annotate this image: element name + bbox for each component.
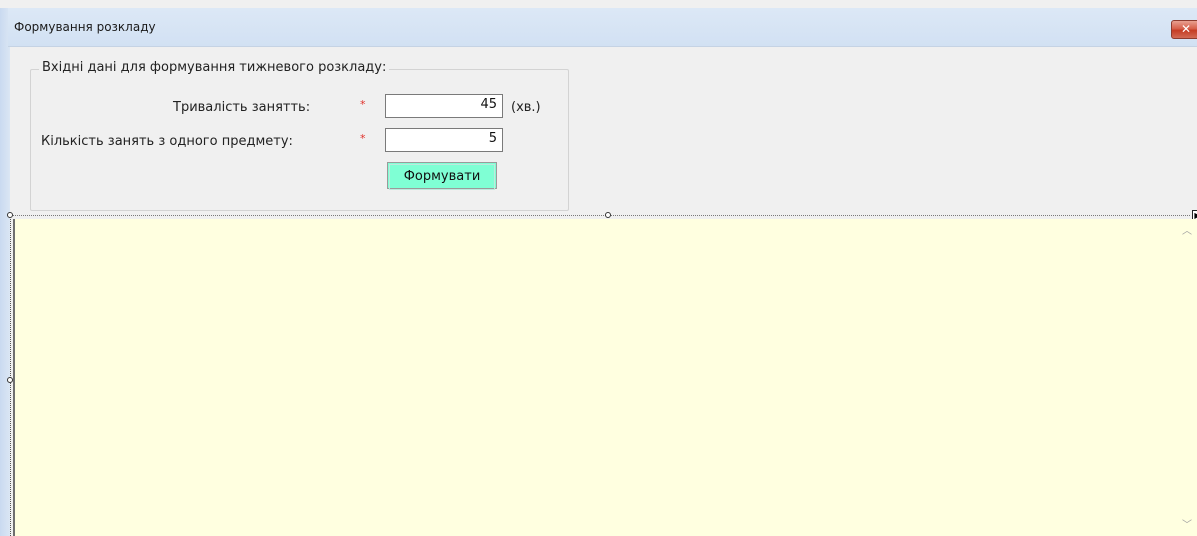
count-required-mark: * (360, 132, 366, 145)
lesson-count-input[interactable]: 5 (385, 128, 503, 152)
form-schedule-button[interactable]: Формувати (387, 162, 497, 190)
title-bar[interactable]: Формування розкладу ✕ (8, 8, 1197, 47)
duration-unit: (хв.) (511, 100, 541, 115)
duration-required-mark: * (360, 98, 366, 111)
close-button[interactable]: ✕ (1171, 20, 1197, 39)
input-groupbox: Вхідні дані для формування тижневого роз… (30, 60, 569, 211)
close-icon: ✕ (1180, 22, 1192, 36)
chevron-down-icon[interactable]: ﹀ (1180, 519, 1194, 533)
resize-handle-top-left[interactable] (7, 212, 13, 218)
lesson-count-label: Кількість занять з одного предмету: (41, 134, 293, 149)
window-title: Формування розкладу (14, 20, 156, 34)
groupbox-legend: Вхідні дані для формування тижневого роз… (39, 60, 390, 75)
window-left-border (0, 8, 10, 536)
resize-handle-top-middle[interactable] (605, 212, 611, 218)
splitter-line (10, 215, 1190, 216)
chevron-up-icon[interactable]: ︿ (1180, 225, 1194, 239)
duration-label: Тривалість занятть: (173, 100, 311, 115)
form-content: Вхідні дані для формування тижневого роз… (7, 47, 1197, 536)
duration-input[interactable]: 45 (385, 94, 503, 118)
main-window: Формування розкладу ✕ Вхідні дані для фо… (0, 0, 1197, 536)
form-schedule-button-label: Формувати (389, 164, 495, 190)
schedule-output-textarea[interactable] (13, 219, 1197, 536)
